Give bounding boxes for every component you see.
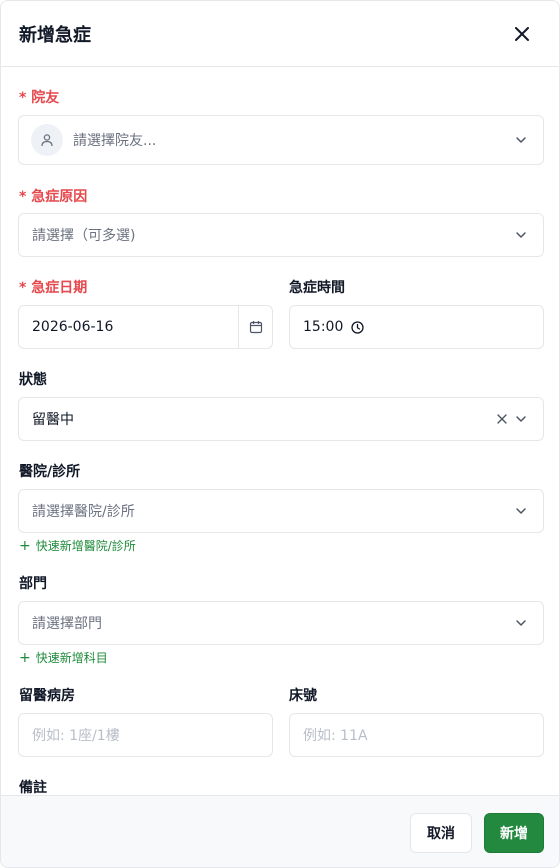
clock-icon[interactable] <box>351 320 365 334</box>
ward-placeholder: 例如: 1座/1樓 <box>32 728 120 744</box>
resident-label: * 院友 <box>19 90 60 106</box>
calendar-icon <box>249 321 262 334</box>
modal-header: 新增急症 <box>1 1 559 67</box>
modal-title: 新增急症 <box>19 24 91 46</box>
ward-label: 留醫病房 <box>19 688 75 704</box>
avatar <box>31 124 63 156</box>
user-icon <box>41 134 53 147</box>
modal-body: * 院友 請選擇院友... * 急症原因 請選擇（可多選) * 急症日期 202… <box>1 67 559 795</box>
hospital-placeholder: 請選擇醫院/診所 <box>32 504 135 520</box>
close-button[interactable] <box>511 23 533 45</box>
department-placeholder: 請選擇部門 <box>32 616 102 632</box>
status-select[interactable]: 留醫中 <box>18 397 544 441</box>
chevron-down-icon <box>516 232 526 238</box>
chevron-down-icon <box>516 620 526 626</box>
close-icon <box>515 27 529 41</box>
quick-add-hospital-label: 快速新增醫院/診所 <box>35 539 136 553</box>
chevron-down-icon <box>516 416 526 422</box>
department-select[interactable]: 請選擇部門 <box>18 601 544 645</box>
date-input[interactable]: 2026-06-16 <box>18 305 273 349</box>
date-label: * 急症日期 <box>19 280 88 296</box>
hospital-select[interactable]: 請選擇醫院/診所 <box>18 489 544 533</box>
add-emergency-modal: 新增急症 * 院友 請選擇院友... * 急症原因 請選擇（可多選) * 急症日… <box>0 0 560 868</box>
hospital-label: 醫院/診所 <box>19 464 81 480</box>
reason-label: * 急症原因 <box>19 189 88 205</box>
resident-select[interactable]: 請選擇院友... <box>18 115 544 165</box>
notes-label: 備註 <box>19 780 47 795</box>
quick-add-department-label: 快速新增科目 <box>35 651 108 665</box>
reason-select[interactable]: 請選擇（可多選) <box>18 213 544 257</box>
ward-input[interactable]: 例如: 1座/1樓 <box>18 713 273 757</box>
plus-icon: + <box>19 537 31 554</box>
status-label: 狀態 <box>19 372 47 388</box>
department-label: 部門 <box>19 576 47 592</box>
quick-add-hospital-link[interactable]: + 快速新增醫院/診所 <box>19 537 136 554</box>
time-value: 15:00 <box>303 319 344 335</box>
time-input[interactable]: 15:00 <box>289 305 544 349</box>
modal-footer: 取消 新增 <box>1 795 559 867</box>
status-value: 留醫中 <box>32 412 74 428</box>
reason-placeholder: 請選擇（可多選) <box>32 228 136 244</box>
date-value: 2026-06-16 <box>32 319 114 335</box>
bed-label: 床號 <box>289 688 317 704</box>
plus-icon: + <box>19 649 31 666</box>
chevron-down-icon <box>516 508 526 514</box>
chevron-down-icon <box>516 137 526 143</box>
clear-icon[interactable] <box>497 414 507 424</box>
submit-button[interactable]: 新增 <box>484 813 544 853</box>
calendar-button[interactable] <box>238 306 272 348</box>
resident-placeholder: 請選擇院友... <box>73 133 157 149</box>
bed-placeholder: 例如: 11A <box>303 728 368 744</box>
cancel-button[interactable]: 取消 <box>410 813 472 853</box>
time-label: 急症時間 <box>289 280 345 296</box>
quick-add-department-link[interactable]: + 快速新增科目 <box>19 649 108 666</box>
bed-input[interactable]: 例如: 11A <box>289 713 544 757</box>
